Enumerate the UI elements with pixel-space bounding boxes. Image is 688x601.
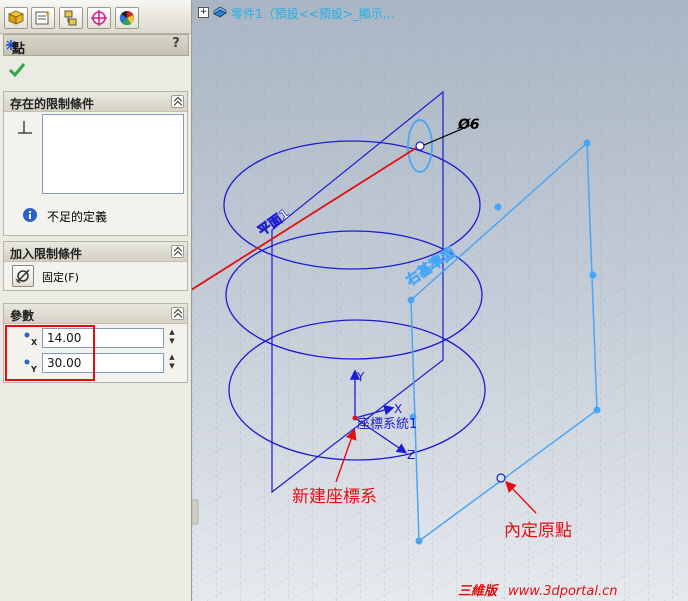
panel-title: 點 bbox=[12, 42, 26, 57]
collapse-icon[interactable] bbox=[171, 95, 184, 108]
property-manager-panel: 點 ? 存在的限制條件 不足的定義 加入限制條件 固定(F) 參數 X 14.0… bbox=[0, 0, 192, 601]
watermark-brand: 三維版 bbox=[458, 583, 500, 599]
collapse-icon[interactable] bbox=[171, 307, 184, 320]
axis-x-label: X bbox=[394, 402, 402, 416]
checkmark-icon[interactable] bbox=[8, 62, 26, 78]
property-manager-tab[interactable] bbox=[31, 7, 55, 29]
anchor-icon bbox=[15, 269, 30, 284]
x-spinner[interactable]: ▲ ▼ bbox=[166, 328, 178, 348]
add-relations-group: 加入限制條件 固定(F) bbox=[3, 241, 188, 291]
configuration-manager-tab[interactable] bbox=[59, 7, 83, 29]
collapse-icon[interactable] bbox=[171, 245, 184, 258]
graphics-area[interactable]: Ø6 平面1 右基準面 Y X Z 座標系統1 新建座標系 內定原點 三維版 w… bbox=[192, 0, 688, 601]
parameters-header[interactable]: 參數 bbox=[4, 304, 187, 324]
watermark-url: www.3dportal.cn bbox=[508, 584, 617, 599]
parameters-title: 參數 bbox=[10, 309, 35, 323]
existing-relations-header[interactable]: 存在的限制條件 bbox=[4, 92, 187, 112]
configuration-manager-icon bbox=[64, 10, 77, 26]
fix-relation-label[interactable]: 固定(F) bbox=[42, 269, 79, 285]
status-text: 不足的定義 bbox=[47, 210, 108, 224]
help-button[interactable]: ? bbox=[168, 36, 184, 52]
part-icon bbox=[213, 6, 227, 18]
dimxpert-icon bbox=[91, 10, 107, 26]
add-relations-title: 加入限制條件 bbox=[10, 247, 83, 261]
feature-manager-icon bbox=[7, 10, 25, 25]
display-manager-tab[interactable] bbox=[115, 7, 139, 29]
relations-list[interactable] bbox=[42, 114, 184, 194]
axis-y-label: Y bbox=[356, 370, 365, 384]
display-manager-icon bbox=[119, 11, 134, 26]
origin-point[interactable] bbox=[496, 473, 506, 483]
dimxpert-tab[interactable] bbox=[87, 7, 111, 29]
manager-tabs bbox=[0, 0, 191, 34]
add-relations-header[interactable]: 加入限制條件 bbox=[4, 242, 187, 262]
relation-icon bbox=[18, 121, 32, 134]
coord-system-label: 座標系統1 bbox=[357, 417, 417, 432]
expand-icon[interactable]: + bbox=[198, 7, 209, 18]
sketch-point[interactable] bbox=[415, 141, 425, 151]
axis-z-label: Z bbox=[407, 448, 415, 462]
info-icon bbox=[23, 208, 37, 222]
annotation-new-coord: 新建座標系 bbox=[292, 487, 377, 507]
existing-relations-title: 存在的限制條件 bbox=[10, 97, 95, 111]
fix-relation-button[interactable] bbox=[12, 265, 34, 287]
property-title-bar: 點 ? bbox=[3, 34, 189, 57]
panel-collapse-handle[interactable] bbox=[192, 499, 199, 525]
existing-relations-group: 存在的限制條件 不足的定義 bbox=[3, 91, 188, 236]
feature-manager-tab[interactable] bbox=[4, 7, 28, 29]
part-name[interactable]: 零件1（預設<<預設>_顯示... bbox=[231, 5, 394, 22]
annotation-origin: 內定原點 bbox=[504, 521, 572, 541]
highlight-box bbox=[5, 325, 95, 381]
y-spinner[interactable]: ▲ ▼ bbox=[166, 353, 178, 373]
dimension-text[interactable]: Ø6 bbox=[457, 117, 480, 133]
property-manager-icon bbox=[35, 11, 50, 25]
